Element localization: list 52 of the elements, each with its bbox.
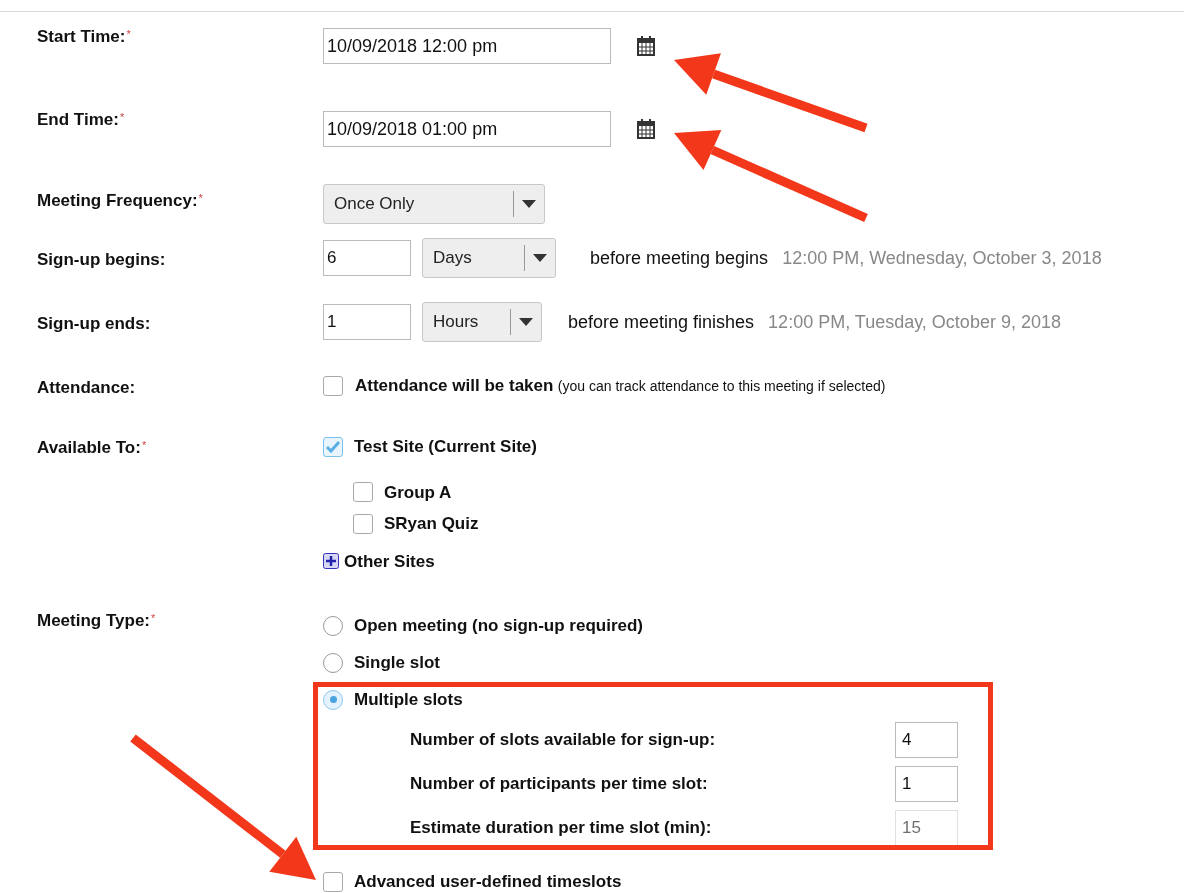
checkbox[interactable] <box>323 436 343 457</box>
field-label: Sign-up begins: <box>37 249 166 271</box>
checkbox[interactable] <box>353 513 373 534</box>
caret-icon <box>519 318 533 326</box>
dropdown[interactable]: Days <box>422 238 556 278</box>
slot-field-label: Estimate duration per time slot (min): <box>410 817 712 840</box>
checkbox-label: Attendance will be taken (you can track attendance to this meeting if selected) <box>355 375 886 398</box>
relation-text: before meeting begins <box>590 246 769 270</box>
slot-field-label: Number of participants per time slot: <box>410 773 708 796</box>
radio-button[interactable] <box>323 689 343 710</box>
required-mark: * <box>141 438 147 453</box>
slot-field-label: Number of slots available for sign-up: <box>410 729 716 752</box>
date-time-field[interactable]: 10/09/2018 01:00 pm <box>323 111 611 147</box>
required-mark: * <box>126 27 131 42</box>
checkbox[interactable] <box>323 871 343 892</box>
checkbox-label: SRyan Quiz <box>384 513 479 535</box>
checkbox-label: Group A <box>384 481 452 504</box>
field-label: Available To: <box>37 437 141 459</box>
required-mark: * <box>119 110 125 125</box>
checkbox[interactable] <box>323 376 343 396</box>
checkbox-label: Test Site (Current Site) <box>354 436 537 458</box>
number-field[interactable]: 4 <box>895 722 958 758</box>
calendar-icon[interactable] <box>637 119 655 139</box>
required-mark: * <box>198 191 203 204</box>
date-time-field[interactable]: 10/09/2018 12:00 pm <box>323 28 611 64</box>
radio-label: Single slot <box>354 651 440 674</box>
dropdown[interactable]: Hours <box>422 302 542 342</box>
checkbox[interactable] <box>353 482 373 503</box>
number-field[interactable]: 1 <box>895 766 958 802</box>
field-label: Meeting Type: <box>37 610 151 632</box>
number-field[interactable]: 1 <box>323 304 411 340</box>
radio-label: Multiple slots <box>354 688 463 711</box>
field-label: End Time: <box>37 109 119 131</box>
field-label: Start Time: <box>37 26 126 48</box>
other-sites-link[interactable]: Other Sites <box>344 548 435 574</box>
relation-text: before meeting finishes <box>568 310 755 334</box>
computed-date: 12:00 PM, Wednesday, October 3, 2018 <box>782 246 1102 270</box>
number-field[interactable]: 6 <box>323 240 411 276</box>
field-label: Attendance: <box>37 377 136 399</box>
caret-icon <box>533 254 547 262</box>
radio-label: Open meeting (no sign-up required) <box>354 614 643 637</box>
radio-button[interactable] <box>323 652 343 673</box>
field-label: Meeting Frequency: <box>37 190 198 212</box>
dropdown[interactable]: Once Only <box>323 184 545 224</box>
expand-icon[interactable] <box>323 553 339 570</box>
required-mark: * <box>151 611 156 626</box>
checkbox-label: Advanced user-defined timeslots <box>354 871 622 893</box>
field-label: Sign-up ends: <box>37 313 151 335</box>
caret-icon <box>522 200 536 208</box>
computed-date: 12:00 PM, Tuesday, October 9, 2018 <box>768 310 1061 334</box>
calendar-icon[interactable] <box>637 36 655 56</box>
radio-button[interactable] <box>323 615 343 636</box>
